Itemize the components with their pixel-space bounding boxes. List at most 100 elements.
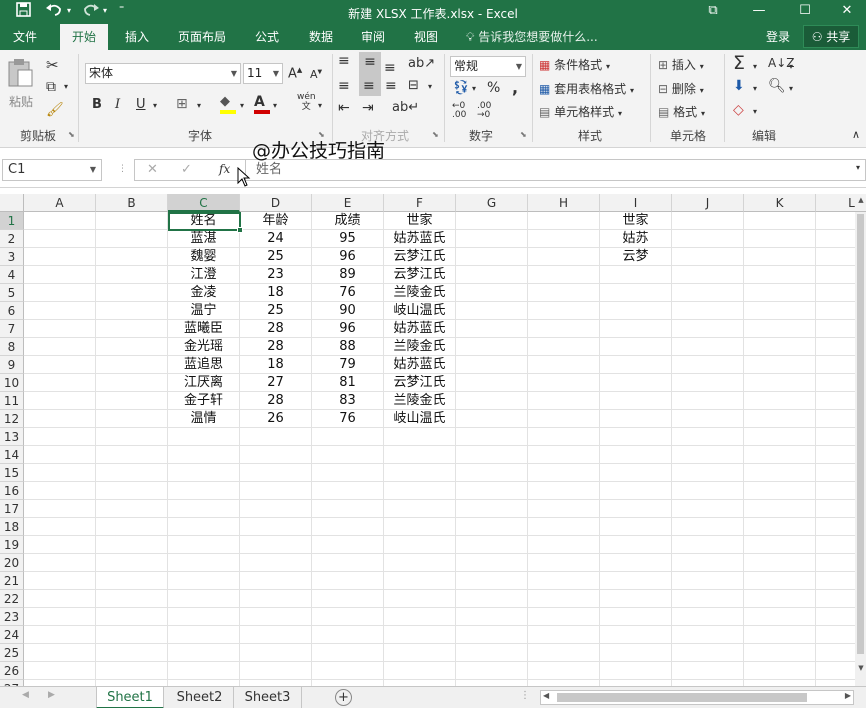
cell[interactable] [240, 428, 312, 446]
cell[interactable] [528, 356, 600, 374]
cell[interactable]: 95 [312, 230, 384, 248]
cell[interactable] [528, 248, 600, 266]
row-header[interactable]: 8 [0, 338, 24, 356]
select-all-corner[interactable] [0, 194, 24, 212]
vertical-scroll-thumb[interactable] [857, 214, 864, 654]
border-dropdown-icon[interactable]: ▾ [197, 101, 201, 110]
align-bottom-icon[interactable]: ≡ [384, 60, 396, 76]
row-header[interactable]: 3 [0, 248, 24, 266]
fill-color-dropdown-icon[interactable]: ▾ [240, 101, 244, 110]
cell[interactable] [456, 302, 528, 320]
cell[interactable] [600, 626, 672, 644]
cell[interactable] [96, 284, 168, 302]
cell[interactable] [672, 392, 744, 410]
cell[interactable] [600, 446, 672, 464]
row-header[interactable]: 21 [0, 572, 24, 590]
column-header[interactable]: D [240, 194, 312, 212]
cell[interactable]: 金光瑶 [168, 338, 240, 356]
cell[interactable] [456, 248, 528, 266]
cell[interactable] [672, 212, 744, 230]
tell-me-box[interactable]: 💡︎ 告诉我您想要做什么... [466, 24, 598, 50]
cell[interactable] [744, 284, 816, 302]
row-header[interactable]: 9 [0, 356, 24, 374]
column-header[interactable]: F [384, 194, 456, 212]
column-header[interactable]: A [24, 194, 96, 212]
cell[interactable] [168, 536, 240, 554]
fill-icon[interactable]: ⬇ [733, 78, 745, 94]
cell[interactable]: 96 [312, 320, 384, 338]
cell[interactable] [744, 320, 816, 338]
row-header[interactable]: 26 [0, 662, 24, 680]
cell[interactable] [672, 572, 744, 590]
cell[interactable]: 云梦江氏 [384, 266, 456, 284]
autosum-icon[interactable]: Σ [733, 52, 745, 74]
cell[interactable] [312, 500, 384, 518]
cell[interactable] [600, 374, 672, 392]
sheet-tab-sheet3[interactable]: Sheet3 [234, 687, 302, 708]
row-header[interactable]: 25 [0, 644, 24, 662]
cell[interactable] [672, 662, 744, 680]
cell[interactable] [312, 590, 384, 608]
sort-filter-dropdown-icon[interactable]: ▾ [789, 62, 793, 71]
cell[interactable] [96, 248, 168, 266]
collapse-ribbon-icon[interactable]: ∧ [852, 128, 860, 141]
cell[interactable] [600, 302, 672, 320]
cell[interactable] [528, 608, 600, 626]
cell[interactable] [456, 590, 528, 608]
scroll-right-icon[interactable]: ▶ [845, 691, 851, 700]
insert-function-icon[interactable]: fx [219, 162, 230, 176]
column-header[interactable]: J [672, 194, 744, 212]
format-cells-button[interactable]: ▤ 格式 ▾ [658, 103, 705, 120]
cell[interactable] [528, 536, 600, 554]
cell[interactable]: 岐山温氏 [384, 302, 456, 320]
decrease-decimal-icon[interactable]: .00 →0 [477, 102, 491, 120]
clear-icon[interactable]: ◇ [733, 102, 744, 118]
cell[interactable]: 云梦江氏 [384, 374, 456, 392]
cell[interactable] [456, 572, 528, 590]
bold-button[interactable]: B [92, 97, 102, 112]
column-header[interactable]: C [168, 194, 240, 212]
cell[interactable] [24, 212, 96, 230]
cell[interactable] [240, 590, 312, 608]
cell[interactable]: 世家 [600, 212, 672, 230]
find-select-icon[interactable]: 🔍︎ [768, 78, 786, 94]
cell[interactable] [528, 338, 600, 356]
cell[interactable] [600, 662, 672, 680]
expand-formula-icon[interactable]: ▾ [856, 163, 860, 172]
cell[interactable] [528, 284, 600, 302]
cell[interactable]: 23 [240, 266, 312, 284]
clear-dropdown-icon[interactable]: ▾ [753, 107, 757, 116]
cell[interactable] [384, 662, 456, 680]
cell[interactable] [528, 590, 600, 608]
cell[interactable] [744, 518, 816, 536]
cell[interactable] [240, 644, 312, 662]
row-header[interactable]: 6 [0, 302, 24, 320]
cell[interactable] [456, 626, 528, 644]
cell[interactable] [456, 356, 528, 374]
cell[interactable] [312, 482, 384, 500]
close-button[interactable]: ✕ [828, 0, 866, 24]
cell[interactable] [96, 428, 168, 446]
cell[interactable] [744, 536, 816, 554]
cell[interactable] [384, 572, 456, 590]
formula-bar-handle-icon[interactable]: ⋮ [118, 164, 127, 174]
copy-dropdown-icon[interactable]: ▾ [64, 82, 68, 91]
cell[interactable] [312, 464, 384, 482]
accounting-format-icon[interactable]: 💱︎ [452, 80, 470, 96]
cell[interactable] [744, 410, 816, 428]
cell[interactable] [744, 626, 816, 644]
cell-styles-button[interactable]: ▤ 单元格样式 ▾ [539, 103, 622, 120]
cell[interactable]: 蓝湛 [168, 230, 240, 248]
cell[interactable] [600, 536, 672, 554]
cell[interactable] [24, 428, 96, 446]
sheet-tab-sheet1[interactable]: Sheet1 [96, 687, 164, 708]
cell[interactable] [672, 320, 744, 338]
scroll-left-icon[interactable]: ◀ [543, 691, 549, 700]
cell[interactable] [456, 644, 528, 662]
cell[interactable] [168, 446, 240, 464]
cell[interactable] [456, 536, 528, 554]
cell[interactable] [600, 410, 672, 428]
phonetic-dropdown-icon[interactable]: ▾ [318, 101, 322, 110]
cell[interactable] [96, 212, 168, 230]
cell[interactable]: 兰陵金氏 [384, 338, 456, 356]
